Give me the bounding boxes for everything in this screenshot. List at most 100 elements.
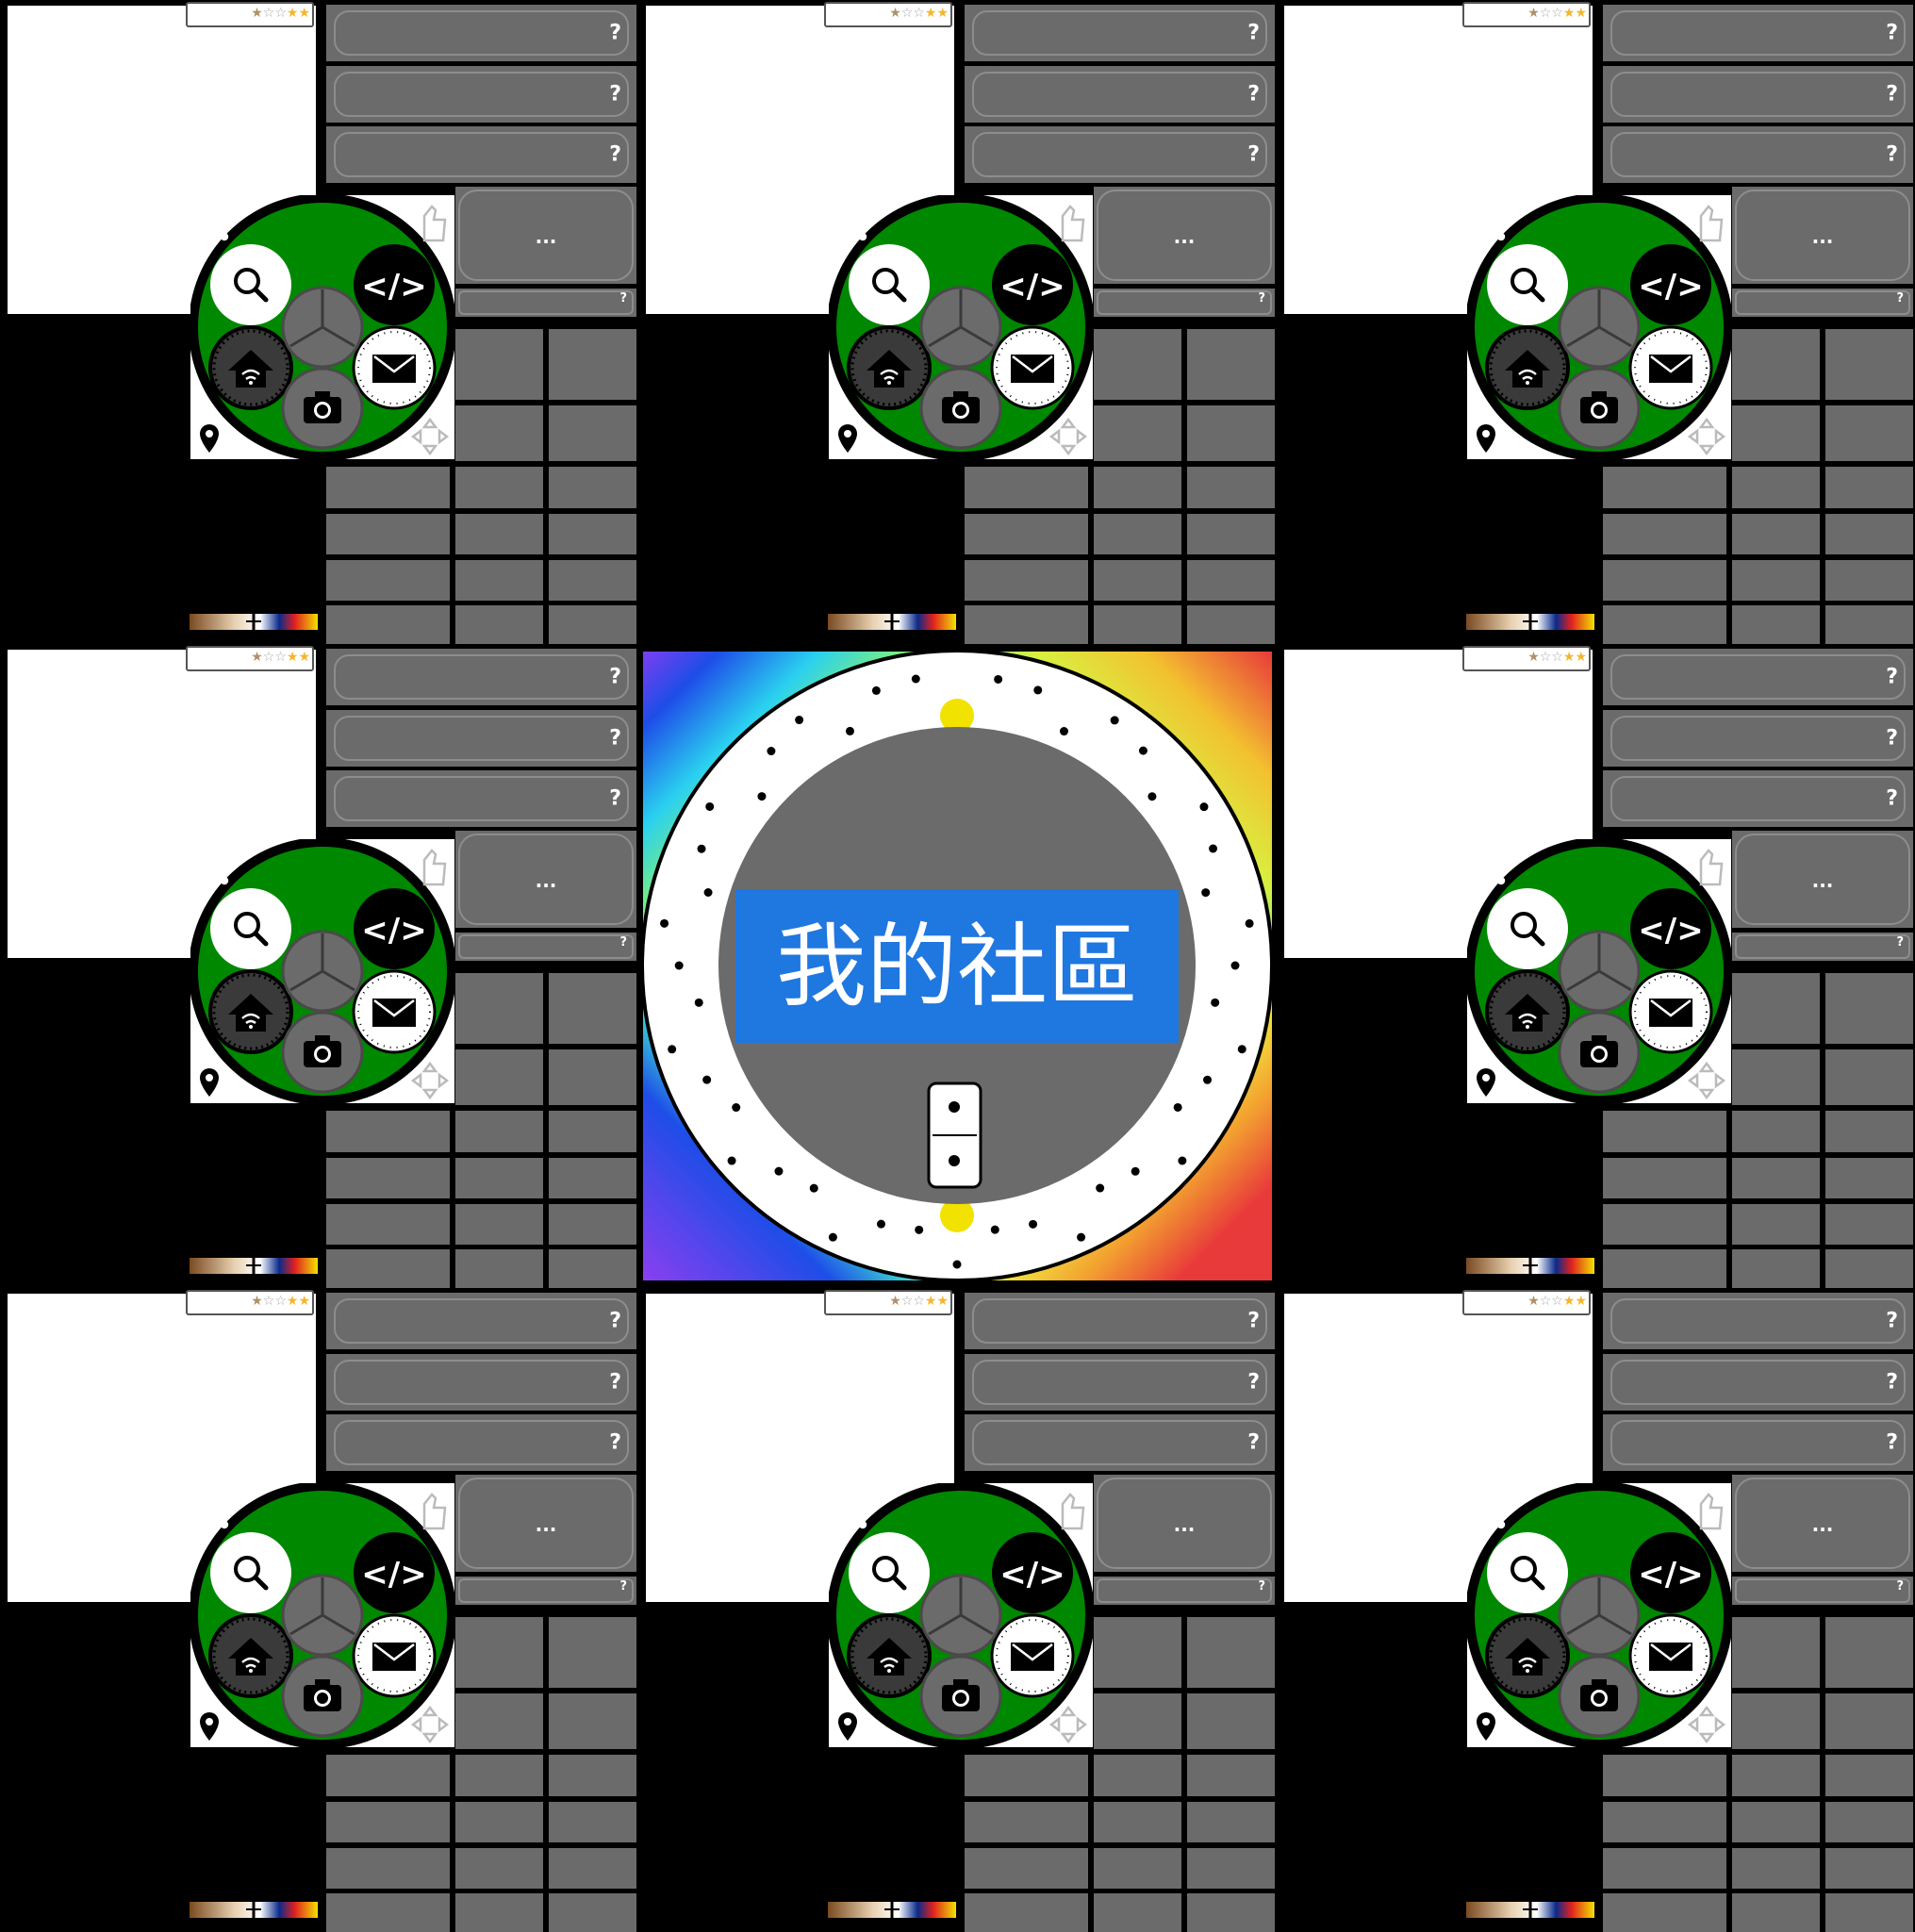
grid-cell[interactable] xyxy=(1187,1693,1275,1749)
grid-cell[interactable] xyxy=(1094,1802,1181,1842)
grid-cell[interactable] xyxy=(1732,605,1820,644)
search-button[interactable] xyxy=(210,888,291,969)
grid-cell[interactable] xyxy=(1187,1893,1275,1932)
help-button-2[interactable]: ? xyxy=(965,1354,1275,1411)
grid-cell[interactable] xyxy=(1732,560,1820,601)
grid-cell[interactable] xyxy=(455,467,543,508)
grid-cell[interactable] xyxy=(1732,1049,1820,1105)
grid-cell[interactable] xyxy=(1825,1249,1913,1288)
grid-cell[interactable] xyxy=(455,514,543,554)
grid-cell[interactable] xyxy=(326,1158,450,1198)
grid-cell[interactable] xyxy=(1732,1249,1820,1288)
help-button-1[interactable]: ? xyxy=(965,1293,1275,1349)
code-button[interactable]: </> xyxy=(992,1532,1073,1613)
grid-cell[interactable] xyxy=(455,1893,543,1932)
grid-cell[interactable] xyxy=(965,1848,1088,1889)
grid-cell[interactable] xyxy=(1094,329,1181,400)
grid-cell[interactable] xyxy=(1825,405,1913,461)
small-help-button[interactable]: ? xyxy=(455,289,636,317)
grid-cell[interactable] xyxy=(549,405,636,461)
grid-cell[interactable] xyxy=(1732,1158,1820,1198)
small-help-button[interactable]: ? xyxy=(1732,289,1913,317)
grid-cell[interactable] xyxy=(549,1848,636,1889)
grid-cell[interactable] xyxy=(1603,1848,1726,1889)
mail-button[interactable] xyxy=(1628,969,1713,1054)
grid-cell[interactable] xyxy=(326,1893,450,1932)
grid-cell[interactable] xyxy=(1094,1693,1181,1749)
grid-cell[interactable] xyxy=(965,560,1088,601)
grid-cell[interactable] xyxy=(1825,514,1913,554)
grid-cell[interactable] xyxy=(965,1755,1088,1796)
small-help-button[interactable]: ? xyxy=(455,1577,636,1605)
help-button-1[interactable]: ? xyxy=(965,5,1275,61)
grid-cell[interactable] xyxy=(1187,1617,1275,1688)
code-button[interactable]: </> xyxy=(354,888,435,969)
grid-cell[interactable] xyxy=(455,560,543,601)
search-button[interactable] xyxy=(210,244,291,325)
star-rating[interactable]: ★☆☆★★ xyxy=(824,1290,952,1315)
help-button-3[interactable]: ? xyxy=(326,1414,636,1471)
grid-cell[interactable] xyxy=(1094,1617,1181,1688)
small-help-button[interactable]: ? xyxy=(1732,933,1913,961)
grid-cell[interactable] xyxy=(1825,1893,1913,1932)
small-help-button[interactable]: ? xyxy=(1732,1577,1913,1605)
grid-cell[interactable] xyxy=(1187,1848,1275,1889)
grid-cell[interactable] xyxy=(455,1111,543,1152)
camera-button[interactable] xyxy=(919,1655,1002,1738)
mail-button[interactable] xyxy=(1628,1613,1713,1698)
color-slider[interactable] xyxy=(190,1901,318,1919)
help-button-3[interactable]: ? xyxy=(326,126,636,183)
center-menu-button[interactable] xyxy=(1558,1574,1641,1657)
grid-cell[interactable] xyxy=(326,514,450,554)
grid-cell[interactable] xyxy=(1825,605,1913,644)
grid-cell[interactable] xyxy=(455,329,543,400)
help-button-2[interactable]: ? xyxy=(965,66,1275,123)
camera-button[interactable] xyxy=(281,1655,364,1738)
grid-cell[interactable] xyxy=(326,1848,450,1889)
camera-button[interactable] xyxy=(1558,1655,1641,1738)
color-slider[interactable] xyxy=(828,613,956,631)
help-button-3[interactable]: ? xyxy=(1603,1414,1913,1471)
camera-button[interactable] xyxy=(1558,367,1641,450)
more-button[interactable]: ... xyxy=(1732,1475,1913,1572)
center-menu-button[interactable] xyxy=(1558,930,1641,1013)
home-button[interactable] xyxy=(1485,969,1570,1054)
star-rating[interactable]: ★☆☆★★ xyxy=(186,646,314,671)
grid-cell[interactable] xyxy=(549,1693,636,1749)
grid-cell[interactable] xyxy=(1094,405,1181,461)
grid-cell[interactable] xyxy=(1603,560,1726,601)
star-rating[interactable]: ★☆☆★★ xyxy=(824,2,952,27)
grid-cell[interactable] xyxy=(1094,1848,1181,1889)
help-button-1[interactable]: ? xyxy=(326,1293,636,1349)
help-button-2[interactable]: ? xyxy=(1603,710,1913,767)
grid-cell[interactable] xyxy=(1732,405,1820,461)
grid-cell[interactable] xyxy=(1094,1893,1181,1932)
mail-button[interactable] xyxy=(1628,325,1713,410)
grid-cell[interactable] xyxy=(1187,1802,1275,1842)
grid-cell[interactable] xyxy=(549,605,636,644)
grid-cell[interactable] xyxy=(1732,514,1820,554)
help-button-2[interactable]: ? xyxy=(1603,1354,1913,1411)
grid-cell[interactable] xyxy=(1732,1802,1820,1842)
grid-cell[interactable] xyxy=(455,1755,543,1796)
grid-cell[interactable] xyxy=(1603,1249,1726,1288)
code-button[interactable]: </> xyxy=(1630,244,1711,325)
grid-cell[interactable] xyxy=(549,467,636,508)
grid-cell[interactable] xyxy=(1732,1204,1820,1245)
grid-cell[interactable] xyxy=(1603,1204,1726,1245)
grid-cell[interactable] xyxy=(549,1158,636,1198)
grid-cell[interactable] xyxy=(549,514,636,554)
home-button[interactable] xyxy=(1485,1613,1570,1698)
grid-cell[interactable] xyxy=(1825,1802,1913,1842)
grid-cell[interactable] xyxy=(549,329,636,400)
grid-cell[interactable] xyxy=(1732,1693,1820,1749)
more-button[interactable]: ... xyxy=(1094,187,1275,284)
search-button[interactable] xyxy=(849,244,930,325)
grid-cell[interactable] xyxy=(1732,1848,1820,1889)
grid-cell[interactable] xyxy=(549,1249,636,1288)
grid-cell[interactable] xyxy=(965,1802,1088,1842)
help-button-3[interactable]: ? xyxy=(326,770,636,827)
home-button[interactable] xyxy=(847,325,932,410)
grid-cell[interactable] xyxy=(1732,1111,1820,1152)
code-button[interactable]: </> xyxy=(354,1532,435,1613)
